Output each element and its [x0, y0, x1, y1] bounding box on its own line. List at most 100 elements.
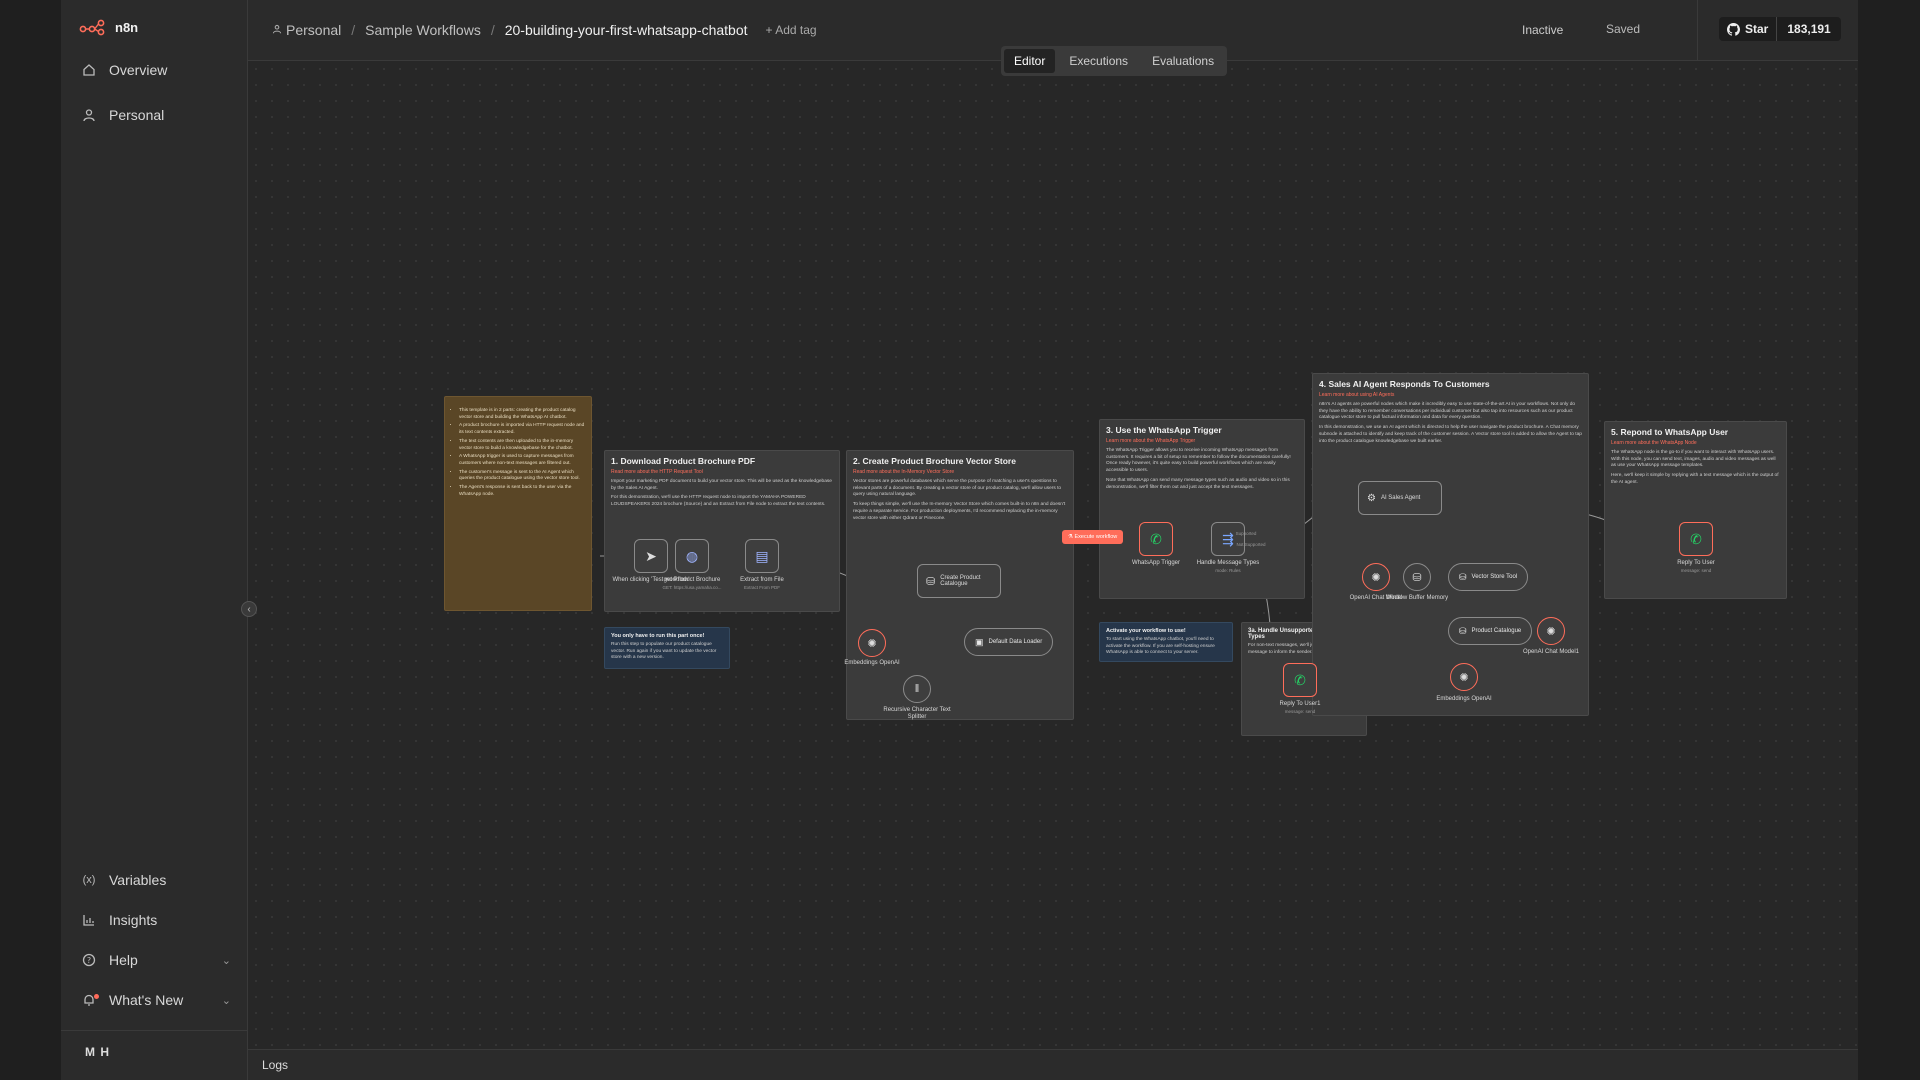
note-text: Vector stores are powerful databases whi… [853, 479, 1062, 498]
node-product-catalogue[interactable]: ⛁ Product Catalogue [1448, 617, 1533, 645]
node-label: Embeddings OpenAI [1436, 696, 1492, 702]
database-icon: ⛁ [1459, 625, 1467, 636]
chevron-down-icon: ⌄ [221, 954, 231, 967]
node-label: Handle Message Types [1196, 560, 1260, 566]
node-manual-trigger[interactable]: ➤ [634, 539, 668, 573]
note-title: 4. Sales AI Agent Responds To Customers [1319, 379, 1490, 389]
node-handle-message-types[interactable]: ⇶ [1211, 522, 1245, 556]
execute-workflow-label: Execute workflow [1074, 534, 1118, 540]
svg-text:?: ? [87, 956, 91, 965]
sidebar-item-label: Personal [109, 107, 165, 123]
collapse-sidebar-button[interactable]: ‹ [241, 601, 257, 617]
node-embeddings-openai[interactable]: ✺ [858, 629, 886, 657]
node-create-product-catalogue[interactable]: ⛁ Create Product Catalogue [917, 564, 1001, 598]
note-text: In this demonstration, we use an AI agen… [1319, 425, 1582, 444]
home-icon [81, 62, 97, 78]
brand-logo[interactable]: n8n [79, 18, 138, 36]
note-text: The WhatsApp node is the go-to if you wa… [1611, 450, 1776, 469]
node-ai-sales-agent[interactable]: ⚙ AI Sales Agent [1358, 481, 1442, 515]
sidebar-item-personal[interactable]: Personal [81, 103, 231, 127]
tab-evaluations[interactable]: Evaluations [1142, 49, 1224, 73]
breadcrumb-personal[interactable]: Personal [286, 22, 341, 38]
sidebar-item-overview[interactable]: Overview [81, 58, 231, 82]
note-title: 1. Download Product Brochure PDF [611, 456, 756, 466]
node-embeddings-openai-2[interactable]: ✺ [1450, 663, 1478, 691]
note-link[interactable]: Learn more about the WhatsApp Trigger [1106, 438, 1298, 444]
intro-note-item: This template is in 2 parts: creating th… [459, 408, 585, 421]
node-vector-store-tool[interactable]: ⛁ Vector Store Tool [1448, 563, 1529, 591]
workflow-canvas[interactable]: ‹ • This template is in 2 parts: creatin… [241, 61, 1858, 1049]
note-text: Here, we'll keep it simple by replying w… [1611, 473, 1779, 485]
openai-icon: ✺ [1459, 671, 1469, 684]
node-label: Extract from File [740, 577, 784, 583]
node-openai-chat-model[interactable]: ✺ [1362, 563, 1390, 591]
sidebar-item-label: Insights [109, 912, 158, 928]
intro-note-item: The text contents are then uploaded to t… [459, 439, 585, 452]
app-window: n8n Overview Personal (x) Variables Insi… [61, 0, 1858, 1080]
breadcrumb-separator: / [351, 22, 356, 38]
node-subtitle: Extract From PDF [743, 585, 780, 590]
workflow-name[interactable]: 20-building-your-first-whatsapp-chatbot [505, 22, 748, 38]
whatsapp-icon: ✆ [1150, 530, 1162, 547]
add-tag-button[interactable]: + Add tag [766, 23, 817, 37]
workflow-active-toggle[interactable]: Inactive [1522, 23, 1563, 37]
node-label: get Product Brochure [663, 577, 721, 583]
execute-workflow-button[interactable]: ⚗ Execute workflow [1062, 530, 1124, 544]
node-whatsapp-trigger[interactable]: ✆ [1139, 522, 1173, 556]
user-icon [81, 107, 97, 123]
node-openai-chat-model1[interactable]: ✺ [1537, 617, 1565, 645]
sticky-note-intro[interactable]: This template is in 2 parts: creating th… [444, 396, 592, 611]
breadcrumb-sample-workflows[interactable]: Sample Workflows [365, 22, 481, 38]
github-star-button[interactable]: Star 183,191 [1719, 17, 1841, 41]
sidebar-item-whats-new[interactable]: What's New ⌄ [81, 988, 231, 1012]
sidebar-item-insights[interactable]: Insights [81, 908, 231, 932]
node-window-buffer-memory[interactable]: ⛁ [1403, 563, 1431, 591]
github-star-label: Star [1745, 22, 1769, 36]
node-reply-to-user1[interactable]: ✆ [1283, 663, 1317, 697]
file-icon: ▤ [755, 547, 769, 564]
database-icon: ⛁ [926, 575, 936, 588]
note-link[interactable]: Learn more about the WhatsApp Node [1611, 440, 1780, 446]
node-text-splitter[interactable]: ‖ [903, 675, 931, 703]
sticky-note-step4[interactable]: 4. Sales AI Agent Responds To Customers … [1312, 373, 1589, 716]
logs-panel[interactable]: Logs [248, 1049, 1858, 1080]
note-text: n8n's AI agents are powerful nodes which… [1319, 402, 1576, 421]
node-default-data-loader[interactable]: ▣ Default Data Loader [964, 628, 1054, 656]
logs-label[interactable]: Logs [262, 1058, 288, 1072]
note-text: Note that WhatsApp can send many message… [1106, 477, 1290, 490]
tab-editor[interactable]: Editor [1004, 49, 1056, 73]
variables-icon: (x) [82, 874, 96, 886]
header-divider [1697, 0, 1698, 61]
note-link[interactable]: Read more about the HTTP Request Tool [611, 469, 833, 475]
sticky-note-activate[interactable]: Activate your workflow to use! To start … [1099, 622, 1233, 662]
node-extract-from-file[interactable]: ▤ [745, 539, 779, 573]
github-star[interactable]: Star [1719, 17, 1778, 41]
intro-note-item: The customer's message is sent to the AI… [459, 470, 585, 483]
breadcrumb: Personal / Sample Workflows / 20-buildin… [272, 22, 817, 38]
node-http-request[interactable]: ◍ [675, 539, 709, 573]
node-reply-to-user[interactable]: ✆ [1679, 522, 1713, 556]
node-label: Product Catalogue [1471, 628, 1522, 634]
tab-executions[interactable]: Executions [1059, 49, 1138, 73]
note-text: To keep things simple, we'll use the In-… [853, 502, 1066, 521]
note-title: Activate your workflow to use! [1106, 628, 1186, 634]
globe-icon: ◍ [685, 547, 699, 564]
whatsapp-icon: ✆ [1690, 530, 1702, 547]
user-avatar[interactable]: M H [85, 1045, 110, 1059]
node-label: Vector Store Tool [1471, 574, 1518, 580]
flask-icon: ⚗ [1068, 534, 1073, 540]
save-status: Saved [1606, 22, 1641, 36]
sidebar-item-variables[interactable]: (x) Variables [81, 868, 231, 892]
notification-dot [94, 994, 99, 999]
bell-icon [81, 992, 99, 1008]
sidebar-item-help[interactable]: ? Help ⌄ [81, 948, 231, 972]
node-label: Reply To User1 [1279, 701, 1321, 707]
note-link[interactable]: Read more about the In-Memory Vector Sto… [853, 469, 1067, 475]
sticky-note-run-once[interactable]: You only have to run this part once! Run… [604, 627, 730, 669]
user-icon [272, 24, 282, 37]
node-label: Reply To User [1677, 560, 1715, 566]
note-title: 5. Repond to WhatsApp User [1611, 427, 1729, 437]
note-link[interactable]: Learn more about using AI Agents [1319, 392, 1582, 398]
node-label: AI Sales Agent [1380, 495, 1421, 501]
node-subtitle: message: send [1284, 709, 1316, 714]
